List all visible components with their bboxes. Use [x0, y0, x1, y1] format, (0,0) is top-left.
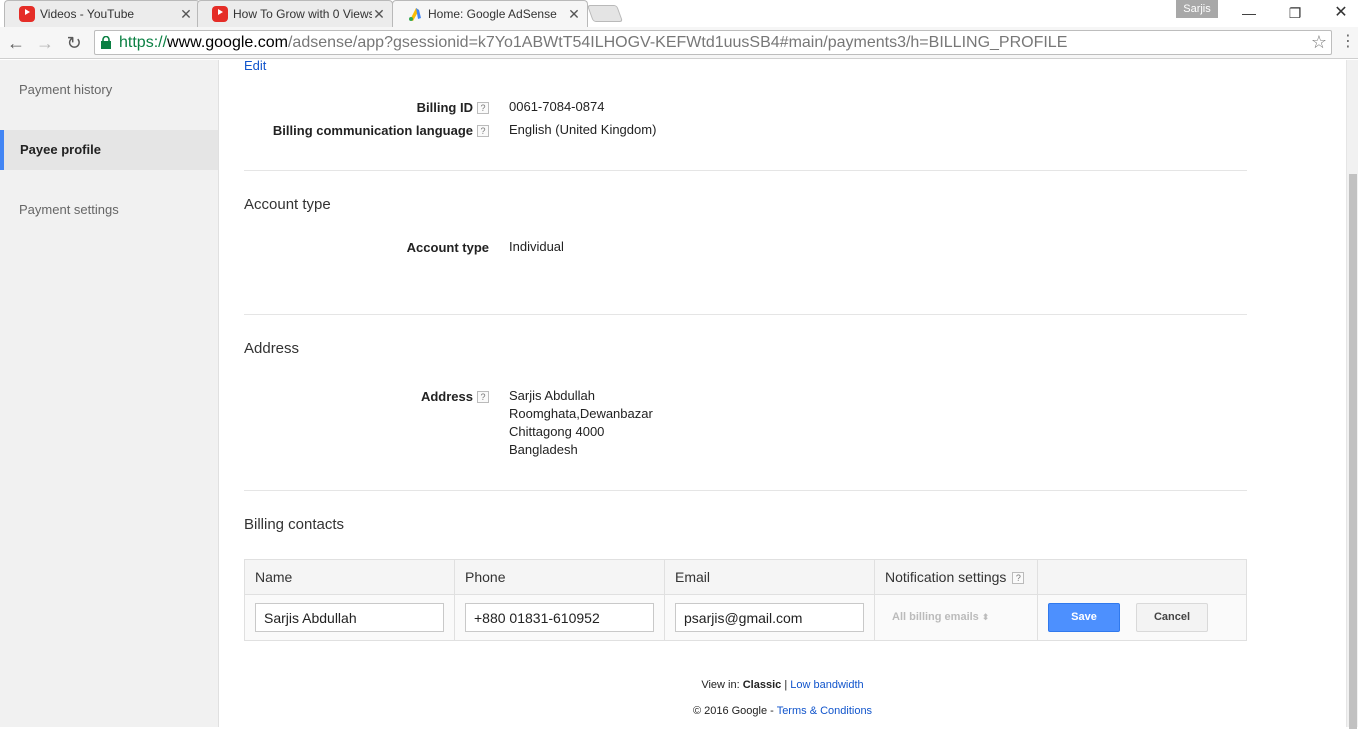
- billing-id-value: 0061-7084-0874: [509, 99, 605, 114]
- address-bar[interactable]: https://www.google.com/adsense/app?gsess…: [94, 30, 1332, 55]
- help-icon[interactable]: ?: [477, 391, 489, 403]
- footer-copyright: © 2016 Google - Terms & Conditions: [692, 705, 873, 717]
- notification-settings-select[interactable]: All billing emails ⬍: [892, 611, 989, 623]
- reload-icon[interactable]: ↻: [63, 32, 85, 54]
- tab-title: How To Grow with 0 Views: [233, 7, 372, 21]
- contact-phone-input[interactable]: [465, 603, 654, 632]
- column-divider: [664, 560, 665, 640]
- section-title-account-type: Account type: [244, 196, 331, 213]
- profile-button[interactable]: Sarjis: [1176, 0, 1218, 18]
- contact-email-input[interactable]: [675, 603, 864, 632]
- help-icon[interactable]: ?: [1012, 572, 1025, 584]
- account-type-label: Account type: [406, 240, 489, 255]
- language-label: Billing communication language?: [219, 123, 489, 138]
- divider: [244, 490, 1247, 491]
- billing-contacts-table: Name Phone Email Notification settings? …: [244, 559, 1247, 641]
- column-header-notification-settings: Notification settings?: [885, 560, 1025, 595]
- youtube-icon: [19, 6, 35, 22]
- chrome-menu-icon[interactable]: ⋮: [1340, 33, 1356, 53]
- vertical-scrollbar[interactable]: [1346, 60, 1358, 729]
- view-classic: Classic: [742, 679, 782, 691]
- minimize-icon[interactable]: —: [1226, 2, 1272, 24]
- main-content: Edit Billing ID? 0061-7084-0874 Billing …: [219, 58, 1346, 727]
- terms-link[interactable]: Terms & Conditions: [777, 705, 872, 717]
- divider: [244, 314, 1247, 315]
- billing-id-label: Billing ID?: [219, 100, 489, 115]
- sidebar: Payment history Payee profile Payment se…: [0, 60, 219, 727]
- adsense-icon: [409, 8, 421, 21]
- sidebar-item-payment-history[interactable]: Payment history: [0, 70, 218, 110]
- sidebar-item-payee-profile[interactable]: Payee profile: [0, 130, 218, 170]
- tab-title: Home: Google AdSense: [428, 7, 557, 21]
- section-title-billing-contacts: Billing contacts: [244, 516, 345, 533]
- lock-icon: [101, 36, 111, 49]
- table-header: Name Phone Email Notification settings?: [245, 560, 1246, 595]
- divider: [244, 170, 1247, 171]
- column-divider: [874, 560, 875, 640]
- address-line: Sarjis Abdullah: [509, 388, 595, 403]
- new-tab-button[interactable]: [586, 5, 624, 22]
- address-value: Sarjis Abdullah Roomghata,Dewanbazar Chi…: [509, 387, 653, 459]
- edit-link[interactable]: Edit: [244, 58, 266, 73]
- url-text: https://www.google.com/adsense/app?gsess…: [119, 34, 1068, 51]
- address-line: Chittagong 4000: [509, 424, 605, 439]
- column-header-email: Email: [675, 569, 711, 585]
- low-bandwidth-link[interactable]: Low bandwidth: [790, 679, 863, 691]
- restore-icon[interactable]: ❐: [1272, 2, 1318, 24]
- tab-strip: Videos - YouTube ✕ How To Grow with 0 Vi…: [0, 0, 1358, 27]
- address-line: Bangladesh: [509, 442, 578, 457]
- help-icon[interactable]: ?: [477, 102, 489, 114]
- close-window-icon[interactable]: ✕: [1318, 2, 1358, 24]
- save-button[interactable]: Save: [1048, 603, 1120, 632]
- forward-icon[interactable]: →: [34, 32, 56, 54]
- sidebar-item-payment-settings[interactable]: Payment settings: [0, 190, 218, 230]
- tab-title: Videos - YouTube: [40, 7, 135, 21]
- footer-view-in: View in: Classic | Low bandwidth: [701, 679, 864, 691]
- contact-name-input[interactable]: [255, 603, 444, 632]
- close-icon[interactable]: ✕: [372, 6, 386, 23]
- help-icon[interactable]: ?: [477, 125, 489, 137]
- cancel-button[interactable]: Cancel: [1136, 603, 1208, 632]
- tab-videos-youtube[interactable]: Videos - YouTube ✕: [4, 0, 200, 27]
- scrollbar-thumb[interactable]: [1349, 174, 1357, 729]
- column-divider: [454, 560, 455, 640]
- account-type-value: Individual: [509, 239, 564, 254]
- address-line: Roomghata,Dewanbazar: [509, 406, 653, 421]
- select-arrows-icon: ⬍: [981, 612, 990, 622]
- back-icon[interactable]: ←: [5, 32, 27, 54]
- column-header-name: Name: [255, 569, 293, 585]
- close-icon[interactable]: ✕: [567, 6, 581, 23]
- column-divider: [1037, 560, 1038, 640]
- language-value: English (United Kingdom): [509, 122, 657, 137]
- browser-toolbar: ← → ↻ https://www.google.com/adsense/app…: [0, 27, 1358, 59]
- section-title-address: Address: [244, 340, 300, 357]
- tab-google-adsense[interactable]: Home: Google AdSense ✕: [392, 0, 588, 27]
- table-row: All billing emails⬍ Save Cancel: [245, 595, 1246, 640]
- column-header-phone: Phone: [465, 569, 506, 585]
- address-label: Address?: [219, 389, 489, 404]
- youtube-icon: [212, 6, 228, 22]
- bookmark-star-icon[interactable]: ☆: [1311, 31, 1327, 54]
- close-icon[interactable]: ✕: [179, 6, 193, 23]
- tab-how-to-grow[interactable]: How To Grow with 0 Views ✕: [197, 0, 393, 27]
